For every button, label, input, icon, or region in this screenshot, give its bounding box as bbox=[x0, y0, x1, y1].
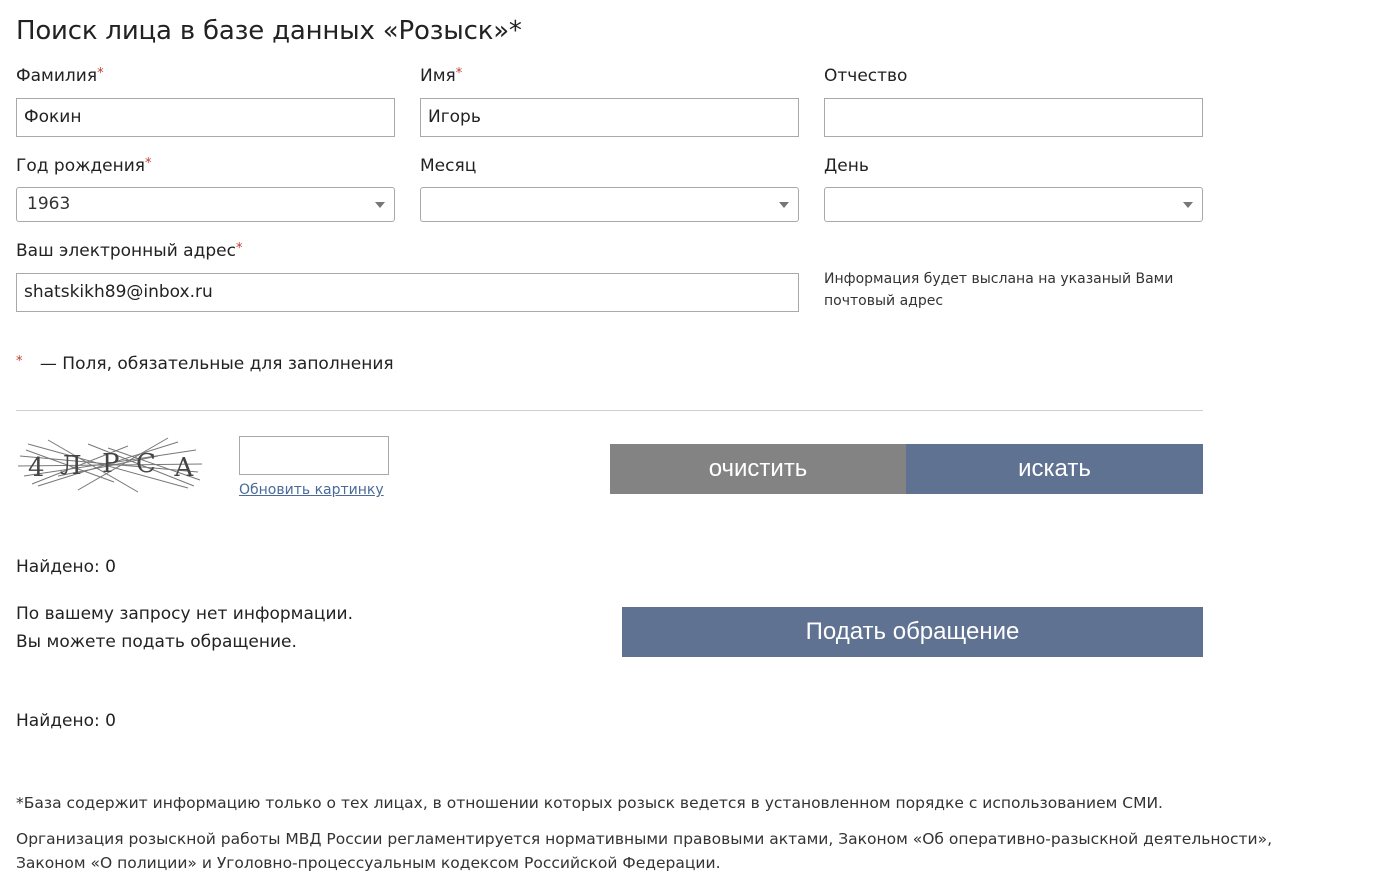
email-label: Ваш электронный адрес* bbox=[16, 241, 243, 261]
footer-legal-line2: Законом «О полиции» и Уголовно-процессуа… bbox=[16, 854, 721, 872]
appeal-suggestion-text: Вы можете подать обращение. bbox=[16, 632, 297, 652]
no-info-text: По вашему запросу нет информации. bbox=[16, 604, 353, 624]
name-label: Имя* bbox=[420, 66, 463, 86]
birth-year-label: Год рождения* bbox=[16, 156, 152, 176]
day-label: День bbox=[824, 156, 869, 176]
chevron-down-icon bbox=[1183, 202, 1193, 208]
required-note: * — Поля, обязательные для заполнения bbox=[16, 354, 394, 374]
captcha-image: 4 Л Р С А bbox=[17, 436, 203, 494]
email-hint: Информация будет выслана на указаный Вам… bbox=[824, 271, 1174, 309]
footer-note: *База содержит информацию только о тех л… bbox=[16, 794, 1163, 812]
found-count: Найдено: 0 bbox=[16, 557, 116, 577]
divider bbox=[16, 410, 1203, 411]
chevron-down-icon bbox=[375, 202, 385, 208]
surname-input[interactable]: Фокин bbox=[16, 98, 395, 137]
captcha-input[interactable] bbox=[239, 436, 389, 475]
found-count: Найдено: 0 bbox=[16, 711, 116, 731]
birth-year-select[interactable]: 1963 bbox=[16, 187, 395, 222]
chevron-down-icon bbox=[779, 202, 789, 208]
captcha-letter-5: А bbox=[174, 453, 194, 483]
required-mark: * bbox=[145, 156, 152, 171]
required-mark: * bbox=[16, 354, 23, 369]
refresh-captcha-link[interactable]: Обновить картинку bbox=[239, 482, 384, 498]
month-select[interactable] bbox=[420, 187, 799, 222]
patronymic-label: Отчество bbox=[824, 66, 908, 86]
footer-legal-line1: Организация розыскной работы МВД России … bbox=[16, 830, 1273, 848]
page-title: Поиск лица в базе данных «Розыск»* bbox=[16, 16, 522, 46]
required-mark: * bbox=[235, 241, 243, 256]
surname-label: Фамилия* bbox=[16, 66, 104, 86]
birth-year-value: 1963 bbox=[27, 194, 71, 214]
search-button[interactable]: искать bbox=[906, 444, 1203, 494]
name-input[interactable]: Игорь bbox=[420, 98, 799, 137]
day-select[interactable] bbox=[824, 187, 1203, 222]
captcha-letter-1: 4 bbox=[28, 453, 45, 483]
submit-appeal-button[interactable]: Подать обращение bbox=[622, 607, 1203, 657]
required-mark: * bbox=[455, 66, 463, 81]
captcha-letter-2: Л bbox=[60, 451, 82, 481]
email-input[interactable]: shatskikh89@inbox.ru bbox=[16, 273, 799, 312]
captcha-letter-3: Р bbox=[102, 449, 120, 479]
clear-button[interactable]: очистить bbox=[610, 444, 906, 494]
required-mark: * bbox=[97, 66, 104, 81]
captcha-letter-4: С bbox=[136, 449, 156, 479]
month-label: Месяц bbox=[420, 156, 477, 176]
patronymic-input[interactable] bbox=[824, 98, 1203, 137]
